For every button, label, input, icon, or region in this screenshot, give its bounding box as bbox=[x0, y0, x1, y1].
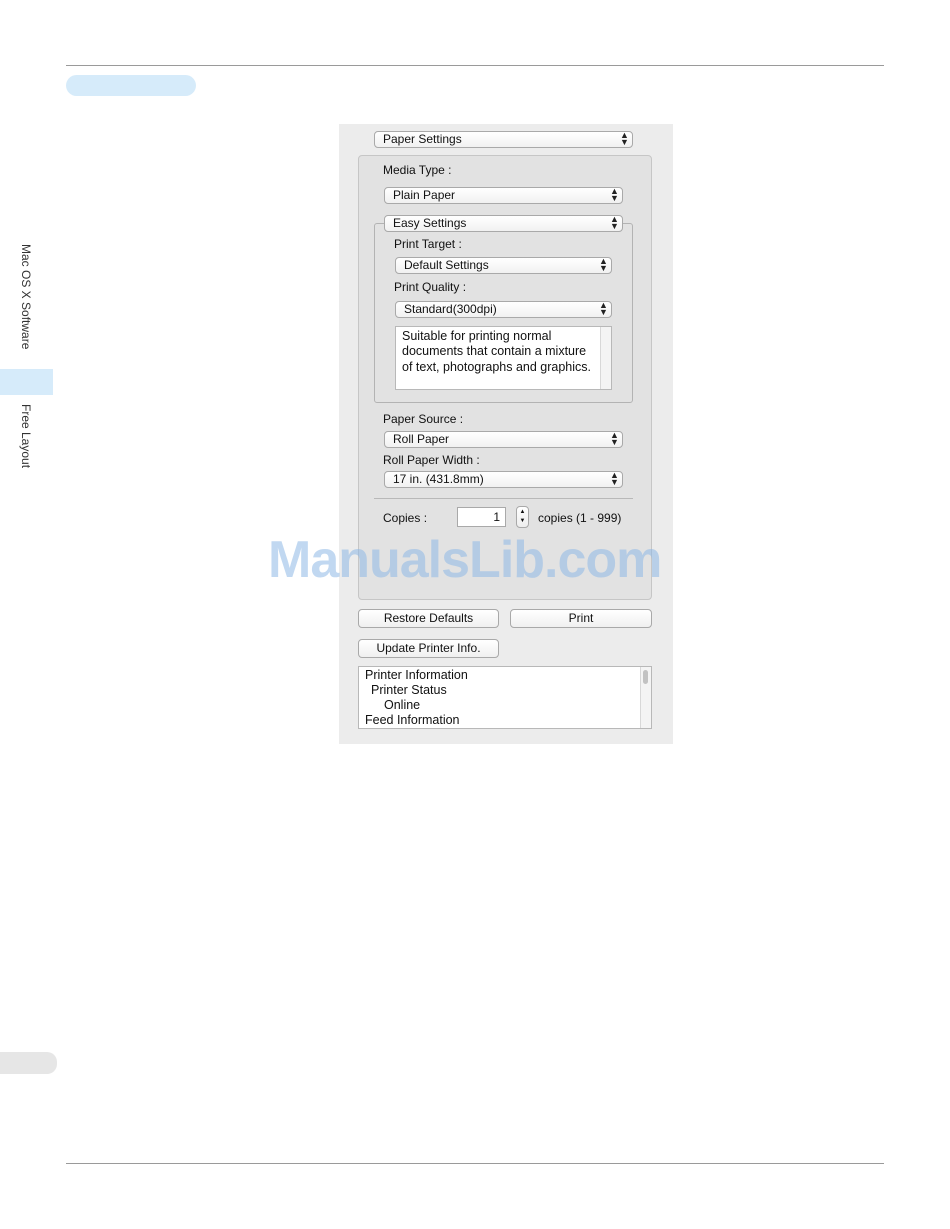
quality-description-box[interactable]: Suitable for printing normal documents t… bbox=[395, 326, 612, 390]
popup-arrows-icon: ▲ ▼ bbox=[599, 300, 608, 317]
printer-info-heading: Printer Information bbox=[365, 668, 468, 682]
printer-status-item: Printer Status bbox=[371, 683, 447, 697]
print-dialog-panel: Paper Settings ▲ ▼ Media Type : Plain Pap… bbox=[339, 124, 673, 744]
printer-info-scrollbar[interactable] bbox=[640, 667, 651, 728]
roll-width-value: 17 in. (431.8mm) bbox=[393, 472, 484, 486]
popup-arrows-icon: ▲ ▼ bbox=[599, 256, 608, 273]
popup-arrows-icon: ▲ ▼ bbox=[610, 430, 619, 447]
side-subsection-label: Free Layout bbox=[19, 404, 33, 469]
media-type-popup[interactable]: Plain Paper ▲ ▼ bbox=[384, 187, 623, 204]
stepper-up-icon[interactable]: ▲ bbox=[517, 508, 528, 517]
popup-arrows-icon: ▲ ▼ bbox=[610, 186, 619, 203]
paper-source-popup[interactable]: Roll Paper ▲ ▼ bbox=[384, 431, 623, 448]
copies-input[interactable]: 1 bbox=[457, 507, 506, 527]
print-quality-label: Print Quality : bbox=[394, 280, 467, 294]
roll-width-popup[interactable]: 17 in. (431.8mm) ▲ ▼ bbox=[384, 471, 623, 488]
bottom-rule bbox=[66, 1163, 884, 1164]
print-target-popup[interactable]: Default Settings ▲ ▼ bbox=[395, 257, 612, 274]
top-rule bbox=[66, 65, 884, 66]
media-type-value: Plain Paper bbox=[393, 188, 456, 202]
paper-source-label: Paper Source : bbox=[383, 412, 464, 426]
feed-information-item: Feed Information bbox=[365, 713, 460, 727]
paper-source-value: Roll Paper bbox=[393, 432, 450, 446]
media-type-label: Media Type : bbox=[383, 163, 452, 177]
print-quality-popup[interactable]: Standard(300dpi) ▲ ▼ bbox=[395, 301, 612, 318]
description-scrollbar[interactable] bbox=[600, 327, 611, 389]
copies-divider bbox=[374, 498, 633, 499]
stepper-down-icon[interactable]: ▼ bbox=[517, 517, 528, 526]
copies-range-label: copies (1 - 999) bbox=[538, 511, 622, 525]
settings-mode-popup[interactable]: Easy Settings ▲ ▼ bbox=[384, 215, 623, 232]
popup-arrows-icon: ▲ ▼ bbox=[610, 470, 619, 487]
print-target-label: Print Target : bbox=[394, 237, 462, 251]
popup-arrows-icon: ▲ ▼ bbox=[620, 130, 629, 147]
print-button[interactable]: Print bbox=[510, 609, 652, 628]
settings-mode-value: Easy Settings bbox=[393, 216, 467, 230]
popup-arrows-icon: ▲ ▼ bbox=[610, 214, 619, 231]
print-target-value: Default Settings bbox=[404, 258, 489, 272]
scroll-thumb[interactable] bbox=[643, 670, 648, 684]
printer-status-value: Online bbox=[384, 698, 421, 712]
header-tab bbox=[66, 75, 196, 96]
watermark: ManualsLib.com bbox=[268, 531, 662, 589]
copies-stepper[interactable]: ▲ ▼ bbox=[516, 506, 529, 528]
quality-description-text: Suitable for printing normal documents t… bbox=[402, 329, 592, 374]
roll-width-label: Roll Paper Width : bbox=[383, 453, 480, 467]
panel-select-value: Paper Settings bbox=[383, 132, 462, 146]
update-printer-info-button[interactable]: Update Printer Info. bbox=[358, 639, 499, 658]
print-quality-value: Standard(300dpi) bbox=[404, 302, 497, 316]
printer-info-list[interactable]: Printer Information Printer Status Onlin… bbox=[358, 666, 652, 729]
page-number-tab bbox=[0, 1052, 57, 1074]
side-section-label: Mac OS X Software bbox=[19, 244, 33, 350]
restore-defaults-button[interactable]: Restore Defaults bbox=[358, 609, 499, 628]
copies-label: Copies : bbox=[383, 511, 428, 525]
panel-select-popup[interactable]: Paper Settings ▲ ▼ bbox=[374, 131, 633, 148]
side-section-tab bbox=[0, 369, 53, 395]
